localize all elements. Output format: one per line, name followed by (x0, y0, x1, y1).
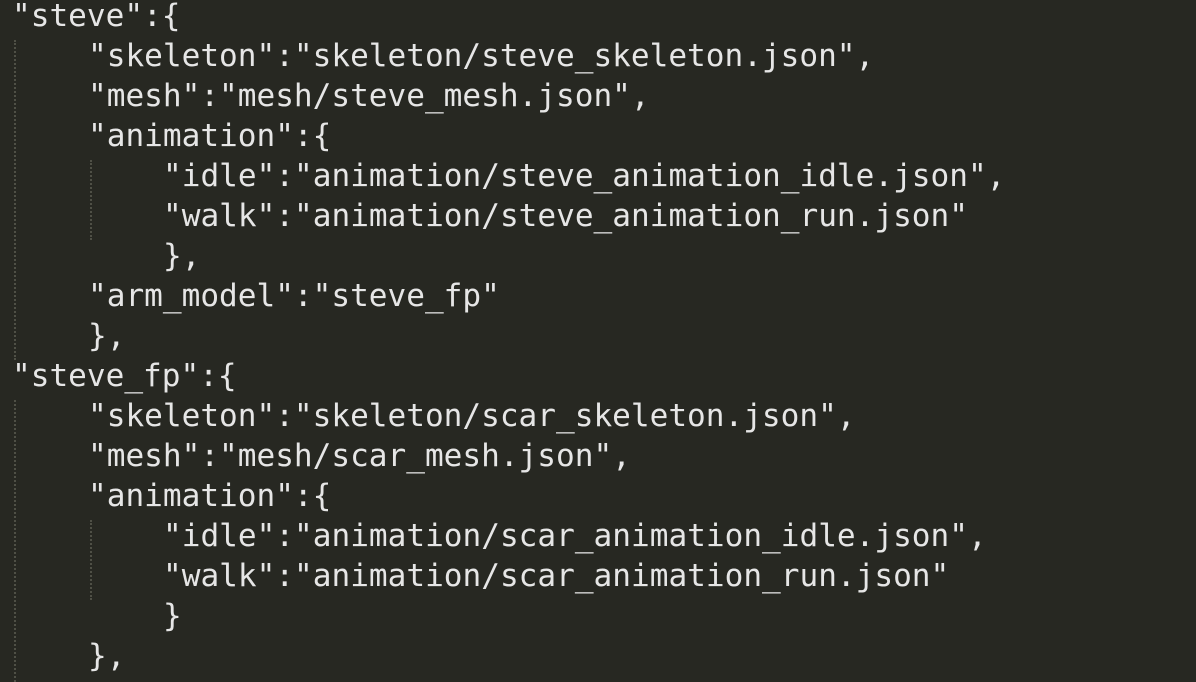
code-line[interactable]: "walk":"animation/steve_animation_run.js… (163, 196, 968, 236)
code-line[interactable]: "steve_fp":{ (12, 356, 237, 396)
code-line[interactable]: "idle":"animation/scar_animation_idle.js… (163, 516, 987, 556)
code-line[interactable]: "steve":{ (12, 0, 180, 36)
indent-guide (90, 160, 92, 240)
code-line[interactable]: "arm_model":"steve_fp" (88, 276, 500, 316)
code-line[interactable]: "idle":"animation/steve_animation_idle.j… (163, 156, 1005, 196)
code-line[interactable]: "mesh":"mesh/scar_mesh.json", (88, 436, 631, 476)
indent-guide (14, 400, 16, 682)
code-line[interactable]: "animation":{ (88, 476, 331, 516)
code-line[interactable]: }, (88, 636, 125, 676)
code-editor[interactable]: "steve":{ "skeleton":"skeleton/steve_ske… (0, 0, 1196, 682)
code-line[interactable]: "walk":"animation/scar_animation_run.jso… (163, 556, 949, 596)
code-line[interactable]: "animation":{ (88, 116, 331, 156)
code-line[interactable]: }, (163, 236, 200, 276)
code-line[interactable]: "skeleton":"skeleton/scar_skeleton.json"… (88, 396, 856, 436)
code-line[interactable]: "mesh":"mesh/steve_mesh.json", (88, 76, 650, 116)
indent-guide (90, 520, 92, 600)
code-line[interactable]: }, (88, 316, 125, 356)
code-line[interactable]: } (163, 596, 182, 636)
indent-guide (14, 40, 16, 360)
code-line[interactable]: "skeleton":"skeleton/steve_skeleton.json… (88, 36, 874, 76)
